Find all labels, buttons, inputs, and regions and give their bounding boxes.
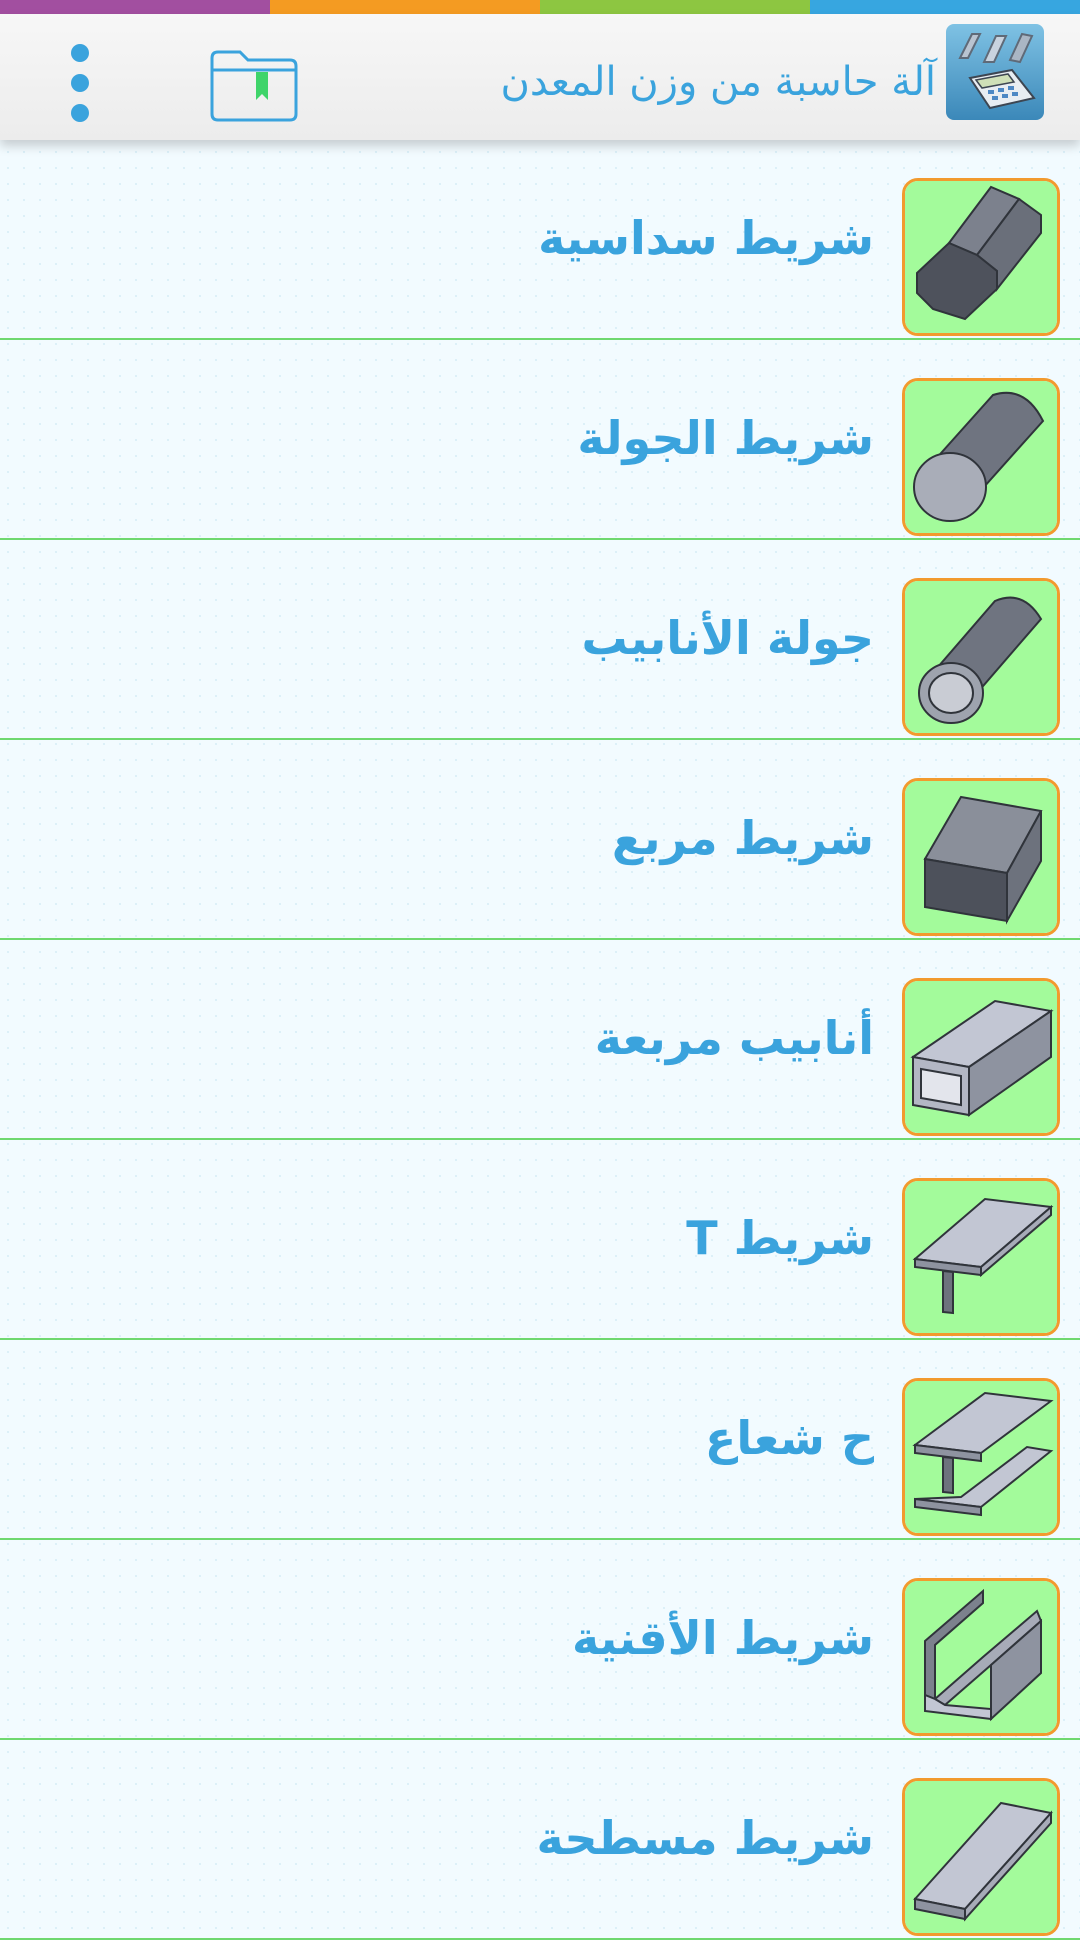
round-pipe-icon (902, 578, 1060, 736)
list-item-hexagon-bar[interactable]: شريط سداسية (0, 140, 1080, 340)
bookmarks-folder-button[interactable] (208, 48, 300, 124)
list-item-round-pipe[interactable]: جولة الأنابيب (0, 540, 1080, 740)
metal-calculator-logo-icon (946, 24, 1044, 120)
list-item-square-bar[interactable]: شريط مربع (0, 740, 1080, 940)
list-item-flat-bar[interactable]: شريط مسطحة (0, 1740, 1080, 1940)
stripe-segment-orange (270, 0, 540, 14)
round-bar-icon (902, 378, 1060, 536)
list-item-square-tube[interactable]: أنابيب مربعة (0, 940, 1080, 1140)
bookmark-folder-icon (210, 50, 298, 122)
item-label: شريط سداسية (538, 211, 874, 265)
overflow-menu-button[interactable] (62, 44, 104, 124)
app-bar: آلة حاسبة من وزن المعدن (0, 14, 1080, 140)
overflow-menu-icon (71, 44, 89, 62)
square-tube-icon (902, 978, 1060, 1136)
item-label: شريط الجولة (577, 411, 874, 465)
stripe-segment-blue (810, 0, 1080, 14)
item-label: جولة الأنابيب (581, 611, 875, 665)
list-item-round-bar[interactable]: شريط الجولة (0, 340, 1080, 540)
item-label: شريط T (686, 1211, 874, 1265)
metal-shape-list: شريط سداسية شريط الجولة جولة الأنابيب شر… (0, 140, 1080, 1940)
list-item-h-beam[interactable]: ح شعاع (0, 1340, 1080, 1540)
stripe-segment-purple (0, 0, 270, 14)
hexagon-bar-icon (902, 178, 1060, 336)
item-label: أنابيب مربعة (594, 1011, 874, 1065)
list-item-t-bar[interactable]: شريط T (0, 1140, 1080, 1340)
stripe-segment-green (540, 0, 810, 14)
overflow-menu-dot (71, 74, 89, 92)
item-label: ح شعاع (704, 1411, 874, 1465)
flat-bar-icon (902, 1778, 1060, 1936)
square-bar-icon (902, 778, 1060, 936)
channel-bar-icon (902, 1578, 1060, 1736)
t-bar-icon (902, 1178, 1060, 1336)
item-label: شريط الأقنية (572, 1611, 874, 1665)
color-stripe (0, 0, 1080, 14)
item-label: شريط مسطحة (536, 1811, 874, 1865)
item-label: شريط مربع (611, 811, 874, 865)
app-title: آلة حاسبة من وزن المعدن (500, 59, 936, 105)
h-beam-icon (902, 1378, 1060, 1536)
list-item-channel-bar[interactable]: شريط الأقنية (0, 1540, 1080, 1740)
overflow-menu-dot (71, 104, 89, 122)
